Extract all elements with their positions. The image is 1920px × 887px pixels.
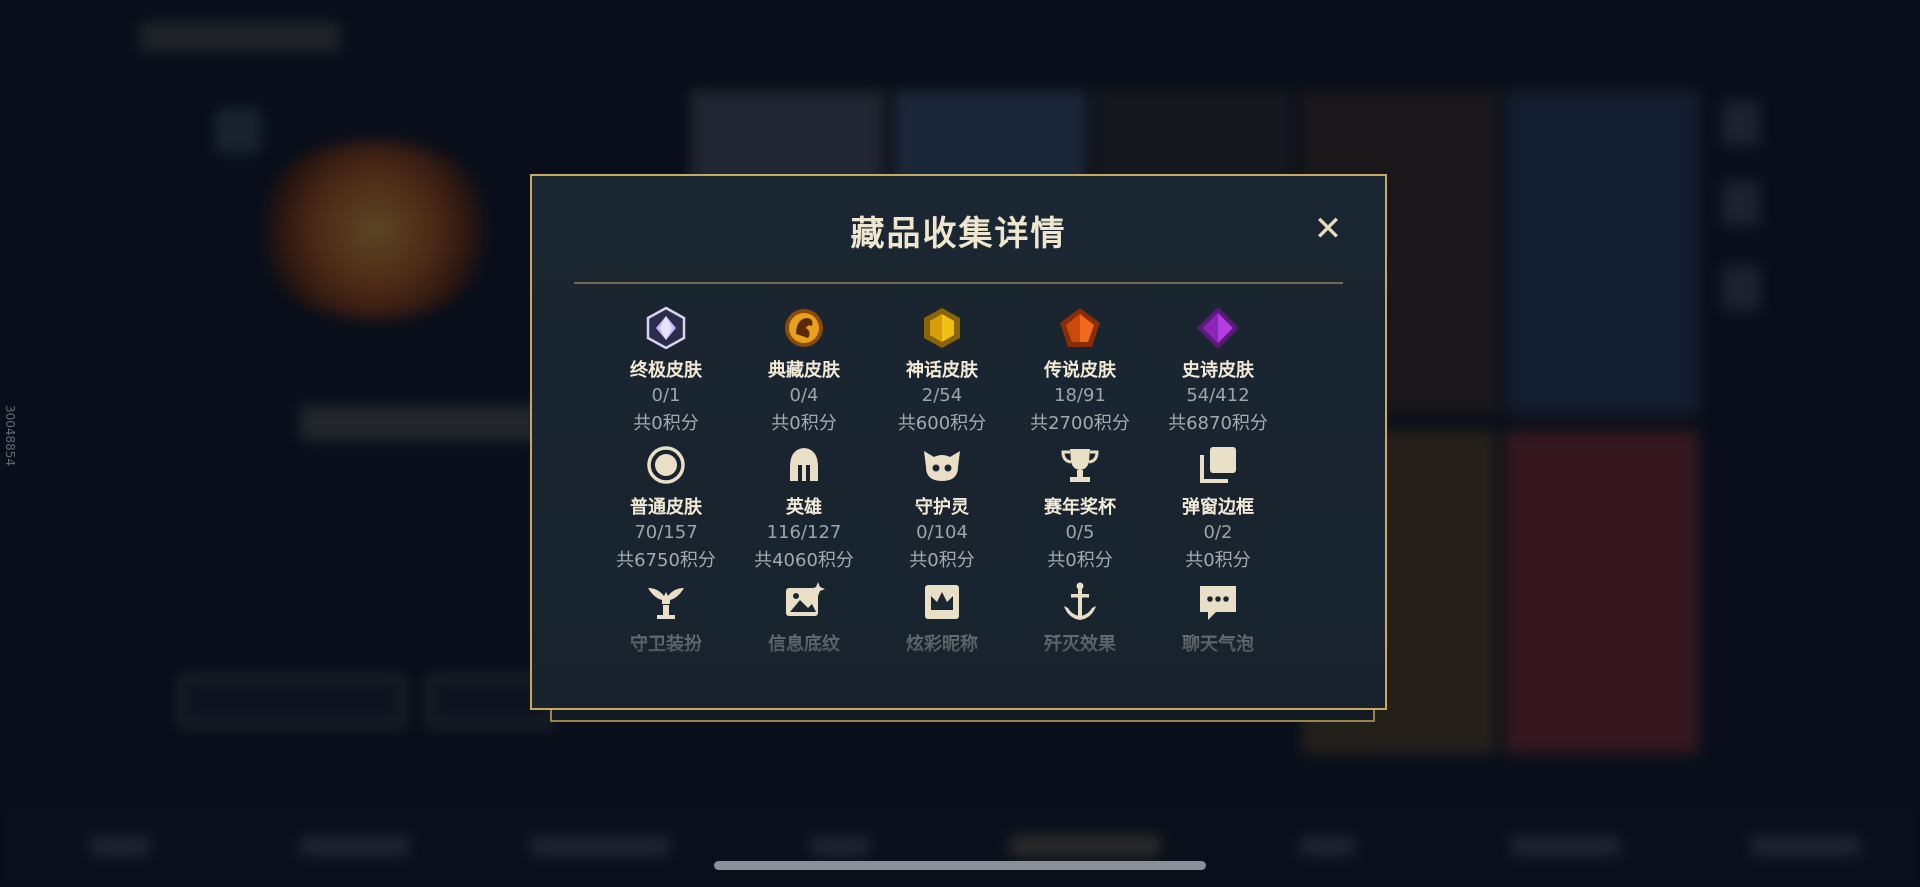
dialog-title: 藏品收集详情 [850,214,1067,254]
item-label: 神话皮肤 [906,360,978,381]
trophy-icon [1061,449,1099,482]
item-points: 共0积分 [771,413,837,434]
collection-item-trophy[interactable]: 赛年奖杯 0/5 共0积分 [1011,443,1149,572]
collection-item-guardian[interactable]: 守护灵 0/104 共0积分 [873,443,1011,572]
dragon-emblem-icon [785,309,823,347]
item-points: 共6870积分 [1168,413,1268,434]
modal-base-frame [550,708,1375,722]
item-label: 聊天气泡 [1182,634,1254,655]
crown-card-icon [925,585,959,619]
item-points: 共0积分 [1047,550,1113,571]
collection-item-epic[interactable]: 史诗皮肤 54/412 共6870积分 [1149,306,1287,435]
item-count: 0/5 [1065,522,1095,543]
collection-item-ultimate[interactable]: 终极皮肤 0/1 共0积分 [597,306,735,435]
item-label: 弹窗边框 [1182,497,1254,518]
item-points: 共0积分 [909,550,975,571]
item-count: 2/54 [921,385,963,406]
legendary-gem-icon [1060,308,1100,347]
item-label: 守卫装扮 [630,634,702,655]
ultimate-gem-icon [646,306,686,350]
collection-item-colorful-nickname[interactable]: 炫彩昵称 [873,580,1011,656]
collection-item-info-pattern[interactable]: 信息底纹 [735,580,873,656]
helmet-icon [790,448,818,481]
circle-badge-icon [647,446,685,484]
item-count: 116/127 [766,522,842,543]
collection-item-prestige[interactable]: 典藏皮肤 0/4 共0积分 [735,306,873,435]
collection-item-normal-skins[interactable]: 普通皮肤 70/157 共6750积分 [597,443,735,572]
item-points: 共6750积分 [616,550,716,571]
item-label: 史诗皮肤 [1182,360,1254,381]
mythic-gem-icon [924,308,960,348]
image-sparkle-icon [786,582,825,616]
item-count: 18/91 [1054,385,1106,406]
item-count: 0/4 [789,385,819,406]
item-label: 歼灭效果 [1044,634,1116,655]
collection-item-kill-effect[interactable]: 歼灭效果 [1011,580,1149,656]
item-label: 炫彩昵称 [906,634,978,655]
item-label: 终极皮肤 [630,360,702,381]
item-label: 守护灵 [915,497,969,518]
item-label: 普通皮肤 [630,497,702,518]
stacked-frames-icon [1200,447,1236,483]
guardian-spirit-icon [924,451,960,481]
item-label: 信息底纹 [768,634,840,655]
title-divider [574,282,1343,284]
collection-item-mythic[interactable]: 神话皮肤 2/54 共600积分 [873,306,1011,435]
chat-bubble-icon [1200,586,1236,620]
item-count: 0/1 [651,385,681,406]
ward-icon [648,588,684,619]
close-button[interactable]: ✕ [1311,212,1345,246]
collection-details-dialog: 藏品收集详情 ✕ 终极皮肤 0/1 共0积分 典藏皮肤 0/4 共0积分 神话皮… [530,174,1387,710]
epic-gem-icon [1197,307,1239,349]
item-points: 共0积分 [633,413,699,434]
item-label: 英雄 [786,497,822,518]
item-count: 54/412 [1186,385,1250,406]
item-points: 共0积分 [1185,550,1251,571]
collection-item-popup-frame[interactable]: 弹窗边框 0/2 共0积分 [1149,443,1287,572]
item-label: 赛年奖杯 [1044,497,1116,518]
item-count: 0/2 [1203,522,1233,543]
item-points: 共4060积分 [754,550,854,571]
home-indicator[interactable] [714,861,1206,870]
sword-icon [1064,582,1096,620]
item-count: 70/157 [634,522,698,543]
collection-item-chat-bubble[interactable]: 聊天气泡 [1149,580,1287,656]
item-label: 典藏皮肤 [768,360,840,381]
side-id-text: 30048854 [3,405,17,467]
item-points: 共2700积分 [1030,413,1130,434]
item-points: 共600积分 [897,413,987,434]
item-count: 0/104 [916,522,968,543]
collection-item-legendary[interactable]: 传说皮肤 18/91 共2700积分 [1011,306,1149,435]
item-label: 传说皮肤 [1044,360,1116,381]
collection-item-ward-skin[interactable]: 守卫装扮 [597,580,735,656]
collection-item-heroes[interactable]: 英雄 116/127 共4060积分 [735,443,873,572]
